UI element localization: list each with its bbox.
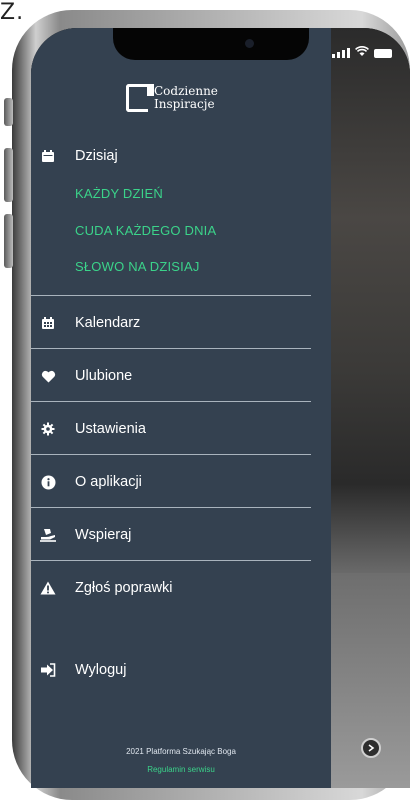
notch: [113, 28, 309, 60]
camera-icon: [245, 39, 254, 48]
menu-item-label: Ulubione: [75, 368, 133, 384]
submenu-item-miracles-every-day[interactable]: CUDA KAŻDEGO DNIA: [75, 223, 216, 238]
menu-item-today[interactable]: Dzisiaj: [31, 141, 331, 171]
signal-icon: [332, 48, 350, 58]
divider: [31, 401, 311, 402]
battery-icon: [374, 48, 392, 58]
menu-item-label: Wyloguj: [75, 662, 127, 678]
menu-item-about[interactable]: O aplikacji: [31, 467, 331, 497]
divider: [31, 295, 311, 296]
phone-volume-down-button: [4, 214, 13, 268]
divider: [31, 560, 311, 561]
gear-icon: [39, 420, 57, 438]
donate-icon: [39, 526, 57, 544]
divider: [31, 507, 311, 508]
menu-item-settings[interactable]: Ustawienia: [31, 414, 331, 444]
menu-item-logout[interactable]: Wyloguj: [31, 655, 331, 685]
submenu-item-word-for-today[interactable]: SŁOWO NA DZISIAJ: [75, 259, 200, 274]
warning-icon: [39, 579, 57, 597]
heart-icon: [39, 367, 57, 385]
menu-item-label: Kalendarz: [75, 315, 141, 331]
status-bar: [332, 46, 392, 60]
navigation-drawer: Codzienne Inspiracje Dzisiaj KAŻDY DZIEŃ…: [31, 28, 331, 788]
menu-item-report-corrections[interactable]: Zgłoś poprawki: [31, 573, 331, 603]
calendar-icon: [39, 314, 57, 332]
menu-item-support[interactable]: Wspieraj: [31, 520, 331, 550]
phone-screen: Codzienne Inspiracje Dzisiaj KAŻDY DZIEŃ…: [31, 28, 410, 788]
app-logo: Codzienne Inspiracje: [126, 84, 218, 112]
wifi-icon: [355, 46, 369, 60]
menu-item-favorites[interactable]: Ulubione: [31, 361, 331, 391]
menu-item-calendar[interactable]: Kalendarz: [31, 308, 331, 338]
menu-item-label: Wspieraj: [75, 527, 132, 543]
phone-action-button: [4, 98, 13, 126]
menu-item-label: Dzisiaj: [75, 148, 118, 164]
logo-text: Codzienne Inspiracje: [154, 85, 218, 111]
menu-item-label: Zgłoś poprawki: [75, 580, 173, 596]
logo-mark-icon: [126, 84, 154, 112]
info-icon: [39, 473, 57, 491]
logout-icon: [39, 661, 57, 679]
divider: [31, 454, 311, 455]
submenu-item-every-day[interactable]: KAŻDY DZIEŃ: [75, 186, 163, 201]
logo-line-2: Inspiracje: [154, 97, 215, 111]
calendar-day-icon: [39, 147, 57, 165]
divider: [31, 348, 311, 349]
menu-item-label: Ustawienia: [75, 421, 146, 437]
footer-copyright: 2021 Platforma Szukając Boga: [126, 747, 236, 756]
corner-text: Z.: [0, 0, 25, 25]
phone-volume-up-button: [4, 148, 13, 202]
next-arrow-button[interactable]: [361, 738, 381, 758]
menu-item-label: O aplikacji: [75, 474, 142, 490]
